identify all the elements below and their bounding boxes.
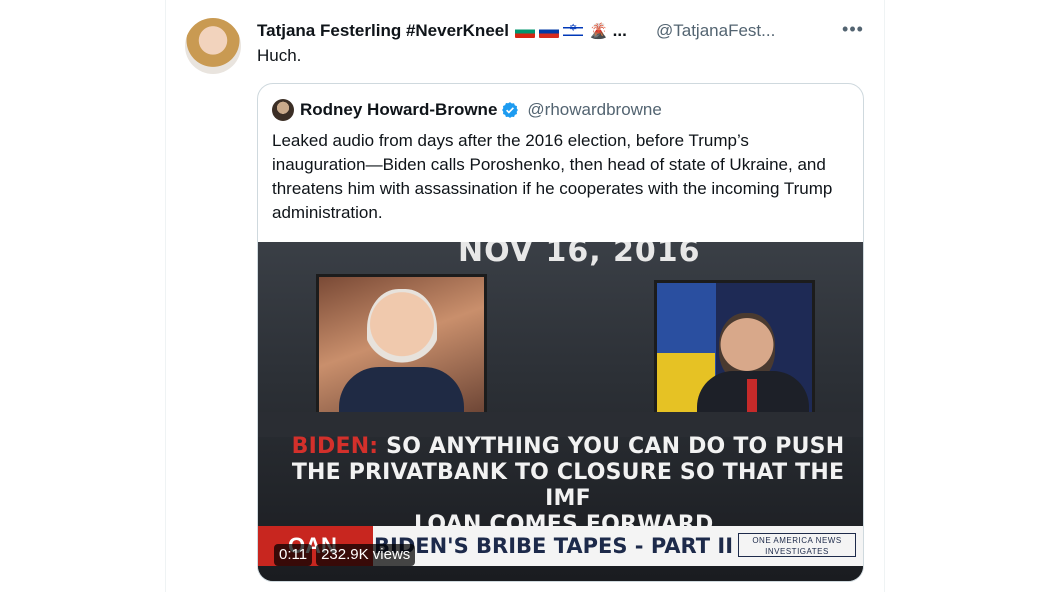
video-person-left (316, 274, 487, 420)
quoted-tweet-text: Leaked audio from days after the 2016 el… (272, 131, 833, 222)
israel-flag-icon (562, 23, 583, 38)
video-stats: 0:11 232.9K views (274, 544, 416, 566)
video-player[interactable]: NOV 16, 2016 BIDEN: SO ANYTHING YOU CAN … (258, 242, 863, 581)
verified-badge-icon (502, 102, 519, 118)
tweet-text: Huch. (257, 46, 302, 65)
name-emoji-group: 🌋 ... (514, 21, 627, 41)
russia-flag-icon (538, 24, 559, 38)
quoted-author-name[interactable]: Rodney Howard-Browne (300, 100, 497, 120)
video-date-overlay: NOV 16, 2016 (458, 242, 701, 269)
quoted-tweet[interactable]: Rodney Howard-Browne @rhowardbrowne Leak… (257, 83, 864, 582)
tweet-header: Tatjana Festerling #NeverKneel 🌋 ... (257, 20, 627, 42)
author-handle[interactable]: @TatjanaFest... (656, 20, 775, 42)
bulgaria-flag-icon (514, 24, 535, 38)
caption-line-2: THE PRIVATBANK TO CLOSURE SO THAT THE IM… (291, 460, 845, 511)
volcano-icon: 🌋 (588, 23, 608, 40)
person-left-suit (339, 367, 464, 417)
video-caption: BIDEN: SO ANYTHING YOU CAN DO TO PUSH TH… (288, 434, 848, 538)
network-badge: ONE AMERICA NEWS INVESTIGATES (738, 533, 856, 557)
video-person-right (654, 280, 815, 424)
video-timestamp: 0:11 (274, 544, 313, 566)
author-display-name[interactable]: Tatjana Festerling #NeverKneel (257, 21, 509, 41)
video-view-count: 232.9K views (316, 544, 416, 566)
author-avatar[interactable] (185, 18, 241, 74)
more-icon[interactable]: ••• (842, 20, 864, 42)
quoted-tweet-header: Rodney Howard-Browne @rhowardbrowne (272, 98, 662, 122)
quoted-author-handle[interactable]: @rhowardbrowne (527, 100, 661, 120)
person-left-face (367, 289, 437, 377)
caption-speaker: BIDEN: (291, 434, 379, 459)
name-truncation: ... (612, 21, 627, 40)
video-headline: BIDEN'S BRIBE TAPES - PART II (374, 534, 734, 558)
caption-line-1: SO ANYTHING YOU CAN DO TO PUSH (386, 434, 845, 459)
quoted-author-avatar[interactable] (272, 99, 294, 121)
